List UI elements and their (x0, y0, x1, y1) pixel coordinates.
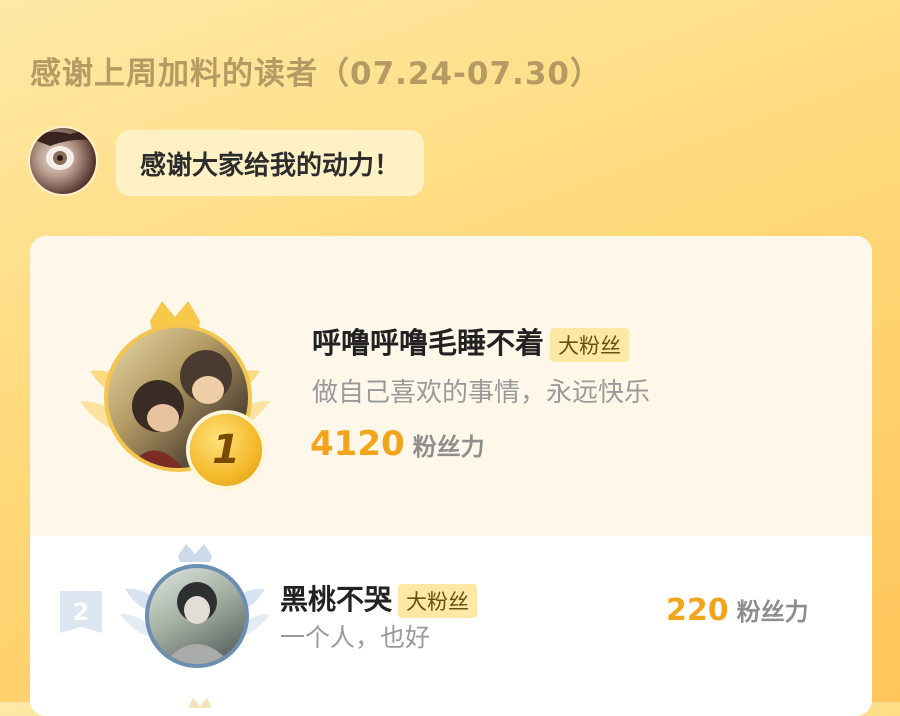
rank-1-name-text: 呼噜呼噜毛睡不着 (312, 326, 545, 360)
rank-2-name-text: 黑桃不哭 (280, 583, 393, 616)
rank-1-name[interactable]: 呼噜呼噜毛睡不着 大粉丝 (312, 320, 630, 362)
rank-2-motto: 一个人，也好 (280, 623, 431, 652)
author-avatar[interactable] (30, 128, 96, 194)
rank-1-fan-tag: 大粉丝 (550, 328, 630, 362)
author-message-bubble: 感谢大家给我的动力！ (116, 130, 425, 196)
rank-2-number: 2 (60, 591, 102, 633)
author-message-row: 感谢大家给我的动力！ (30, 128, 530, 198)
rank-1-score: 4120 粉丝力 (310, 424, 485, 464)
leaderboard-card: 1 呼噜呼噜毛睡不着 大粉丝 做自己喜欢的事情，永远快乐 4120 粉丝力 2 黑桃… (30, 236, 872, 716)
rank-1-entry[interactable]: 1 呼噜呼噜毛睡不着 大粉丝 做自己喜欢的事情，永远快乐 4120 粉丝力 (30, 236, 872, 536)
author-avatar-icon (30, 128, 96, 170)
rank-2-avatar[interactable] (145, 564, 249, 668)
avatar-illustration-icon (163, 582, 231, 664)
rank-1-motto: 做自己喜欢的事情，永远快乐 (312, 378, 651, 408)
rank-2-score-unit: 粉丝力 (736, 598, 809, 626)
rank-1-score-unit: 粉丝力 (412, 433, 485, 461)
rank-2-name[interactable]: 黑桃不哭 大粉丝 (280, 578, 478, 618)
rank-1-badge: 1 (190, 414, 262, 486)
rank-2-fan-tag: 大粉丝 (398, 584, 478, 618)
rank-2-entry[interactable]: 2 黑桃不哭 大粉丝 一个人，也好 220 粉丝力 (30, 536, 872, 676)
rank-2-score-value: 220 (666, 593, 729, 628)
rank-1-score-value: 4120 (310, 424, 405, 464)
rank-2-score: 220 粉丝力 (666, 592, 809, 628)
page-title: 感谢上周加料的读者（07.24-07.30） (30, 56, 602, 92)
bronze-crown-icon (188, 698, 212, 708)
